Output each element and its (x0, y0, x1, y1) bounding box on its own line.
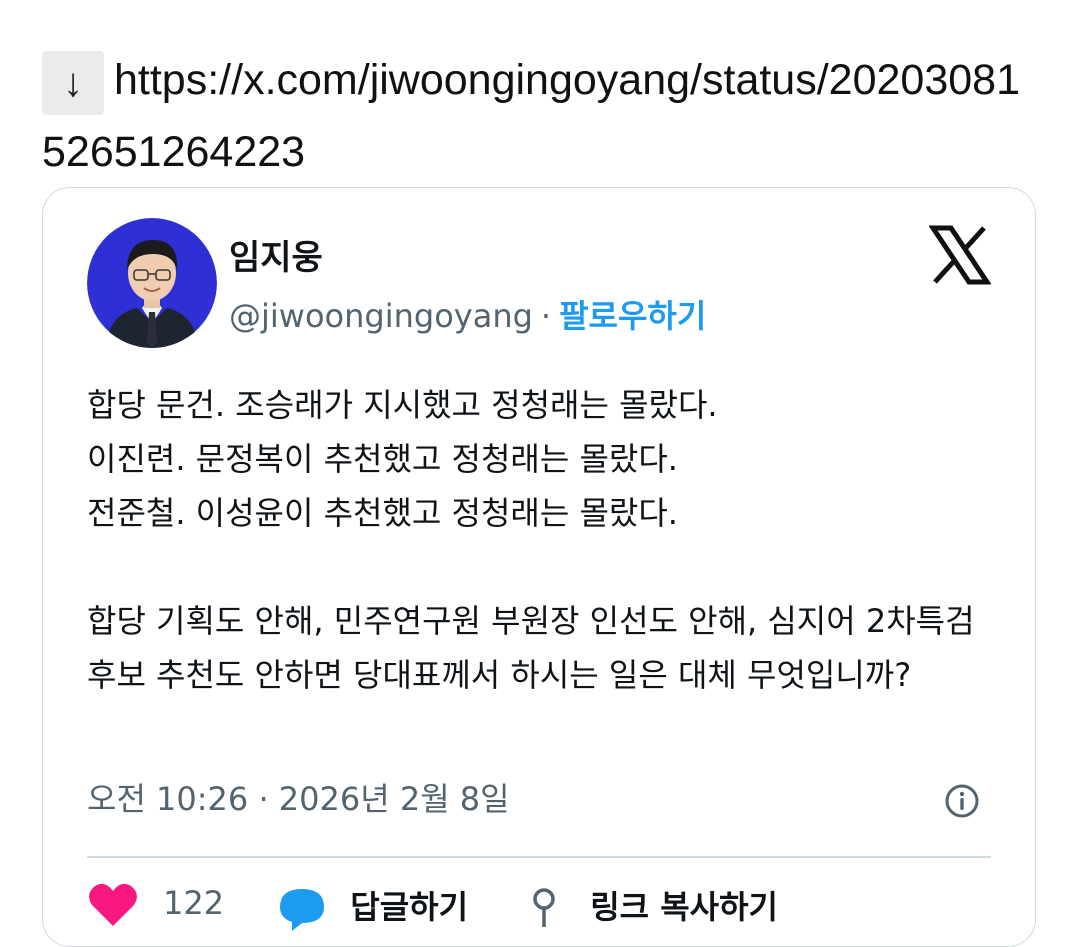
tweet-line: 이진련. 문정복이 추천했고 정청래는 몰랐다. (87, 440, 678, 478)
tweet-embed-card[interactable]: 임지웅 @jiwoongingoyang · 팔로우하기 합당 문건. 조승래가 지… (42, 187, 1036, 947)
like-count: 122 (163, 884, 225, 922)
author-handle[interactable]: @jiwoongingoyang (229, 297, 533, 335)
follow-button[interactable]: 팔로우하기 (559, 297, 706, 335)
reply-icon (280, 889, 325, 931)
timestamp[interactable]: 오전 10:26 · 2026년 2월 8일 (87, 774, 510, 820)
author-name[interactable]: 임지웅 (229, 230, 323, 279)
tweet-url[interactable]: https://x.com/jiwoongingoyang/status/202… (42, 56, 1020, 176)
reply-label: 답글하기 (350, 888, 469, 926)
link-icon (533, 888, 555, 927)
copy-link-label: 링크 복사하기 (590, 888, 778, 926)
action-bar: 122 답글하기 링크 복사하기 (87, 882, 822, 931)
like-button[interactable]: 122 (87, 882, 224, 928)
x-logo-icon[interactable] (928, 224, 992, 286)
avatar[interactable] (87, 218, 217, 348)
down-arrow-icon: ↓ (42, 51, 104, 115)
separator-dot: · (540, 297, 552, 335)
reply-button[interactable]: 답글하기 (278, 882, 468, 931)
divider (87, 856, 991, 858)
tweet-line: 전준철. 이성윤이 추천했고 정청래는 몰랐다. (87, 494, 678, 532)
tweet-line: 합당 문건. 조승래가 지시했고 정청래는 몰랐다. (87, 386, 718, 424)
tweet-text: 합당 문건. 조승래가 지시했고 정청래는 몰랐다. 이진련. 문정복이 추천했… (87, 378, 987, 702)
copy-link-button[interactable]: 링크 복사하기 (522, 882, 778, 931)
handle-row: @jiwoongingoyang · 팔로우하기 (229, 291, 706, 337)
link-row[interactable]: ↓ https://x.com/jiwoongingoyang/status/20… (42, 44, 1042, 188)
tweet-paragraph: 합당 기획도 안해, 민주연구원 부원장 인선도 안해, 심지어 2차특검 후보… (87, 602, 975, 694)
info-icon[interactable] (943, 782, 981, 820)
heart-icon (89, 883, 137, 926)
